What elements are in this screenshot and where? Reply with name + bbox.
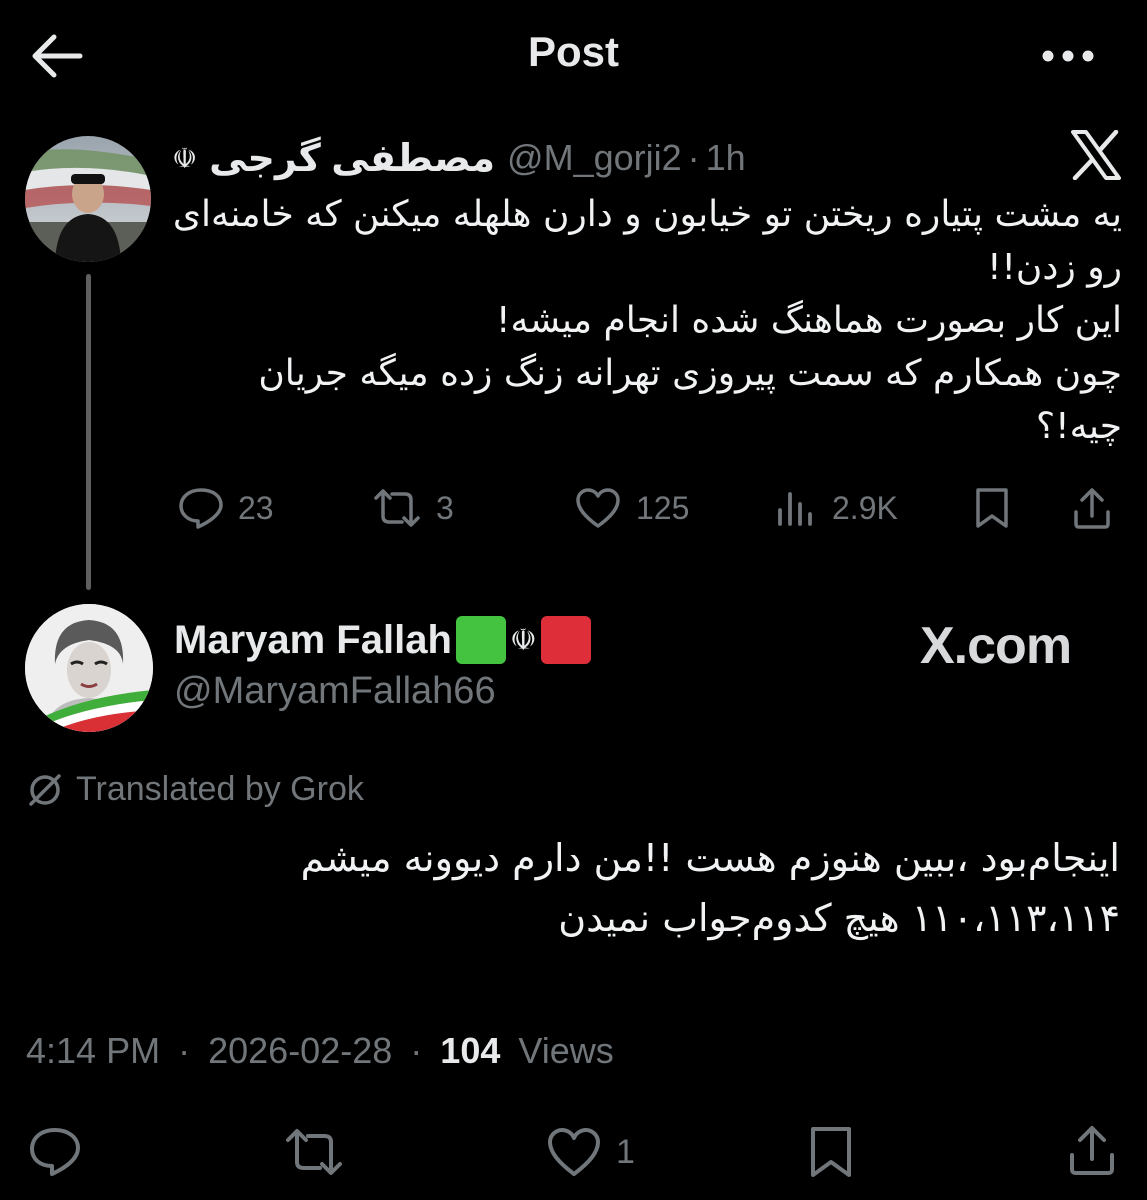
parent-tweet-text: یه مشت پتیاره ریختن تو خیابون و دارن هله…	[172, 194, 1122, 447]
avatar[interactable]	[25, 604, 153, 732]
tweet-time: 1h	[705, 137, 746, 178]
like-count: 1	[616, 1132, 635, 1171]
reply-author-handle[interactable]: @MaryamFallah66	[174, 670, 496, 713]
arrow-left-icon	[32, 34, 83, 78]
bookmark-button[interactable]	[806, 1122, 856, 1182]
translated-by-grok-label[interactable]: Translated by Grok	[26, 770, 364, 809]
author-handle[interactable]: @M_gorji2 · 1h	[507, 137, 746, 179]
share-icon	[1070, 1126, 1114, 1175]
heart-icon	[576, 488, 620, 528]
tweet-time[interactable]: 4:14 PM	[26, 1030, 160, 1071]
reply-author-name-row[interactable]: Maryam Fallah ☫	[174, 616, 591, 664]
xcom-watermark: X.com	[920, 617, 1072, 675]
red-square-emoji	[540, 616, 591, 664]
reply-icon	[179, 488, 223, 529]
repost-button[interactable]: 3	[372, 478, 454, 538]
tweet-date[interactable]: 2026-02-28	[208, 1030, 392, 1071]
views-label: Views	[518, 1030, 614, 1071]
parent-tweet-header: ☫ مصطفی گرجی @M_gorji2 · 1h	[172, 130, 752, 186]
reply-button[interactable]: 23	[178, 478, 274, 538]
reply-icon	[30, 1128, 80, 1176]
views-count: 2.9K	[832, 489, 898, 526]
back-button[interactable]	[28, 30, 84, 82]
heart-icon	[548, 1128, 600, 1176]
share-icon	[1074, 488, 1110, 529]
reply-button[interactable]	[28, 1122, 82, 1182]
reply-author-display-name: Maryam Fallah	[174, 617, 452, 662]
emblem-icon: ☫	[172, 142, 198, 174]
thread-connector-line	[86, 274, 91, 590]
reply-count: 23	[238, 489, 274, 526]
share-button[interactable]	[1066, 1120, 1118, 1180]
like-count: 125	[636, 489, 690, 526]
repost-icon	[286, 1129, 342, 1175]
reply-tweet-actions: 1	[0, 1118, 1147, 1188]
author-display-name[interactable]: مصطفی گرجی	[209, 136, 495, 181]
more-horizontal-icon	[1042, 50, 1094, 62]
separator-dot: ·	[687, 137, 700, 178]
bookmark-icon	[811, 1127, 851, 1177]
handle-text: @M_gorji2	[507, 137, 682, 178]
separator-dot: ·	[410, 1030, 423, 1071]
more-options-button[interactable]	[1040, 44, 1096, 68]
bookmark-button[interactable]	[972, 478, 1012, 538]
x-logo-icon	[1070, 130, 1122, 180]
repost-count: 3	[436, 489, 454, 526]
views-count[interactable]: 104	[440, 1030, 500, 1071]
repost-icon	[374, 489, 420, 527]
separator-dot: ·	[178, 1030, 191, 1071]
grok-icon	[29, 773, 61, 806]
tweet-metadata: 4:14 PM · 2026-02-28 · 104 Views	[26, 1030, 614, 1072]
translated-label-text: Translated by Grok	[76, 770, 364, 808]
avatar[interactable]	[25, 136, 151, 262]
green-square-emoji	[455, 616, 506, 664]
reply-tweet-text: اینجام‌بود ،ببین هنوزم هست !!من دارم دیو…	[300, 836, 1120, 940]
share-button[interactable]	[1070, 478, 1114, 538]
repost-button[interactable]	[284, 1122, 344, 1182]
like-button[interactable]: 1	[546, 1122, 635, 1182]
bookmark-icon	[976, 488, 1008, 528]
parent-tweet-actions: 23 3 125 2.9K	[172, 478, 1122, 538]
views-button[interactable]: 2.9K	[774, 478, 898, 538]
like-button[interactable]: 125	[574, 478, 689, 538]
views-icon	[778, 492, 812, 526]
emblem-icon: ☫	[509, 623, 537, 657]
page-title: Post	[527, 28, 619, 75]
